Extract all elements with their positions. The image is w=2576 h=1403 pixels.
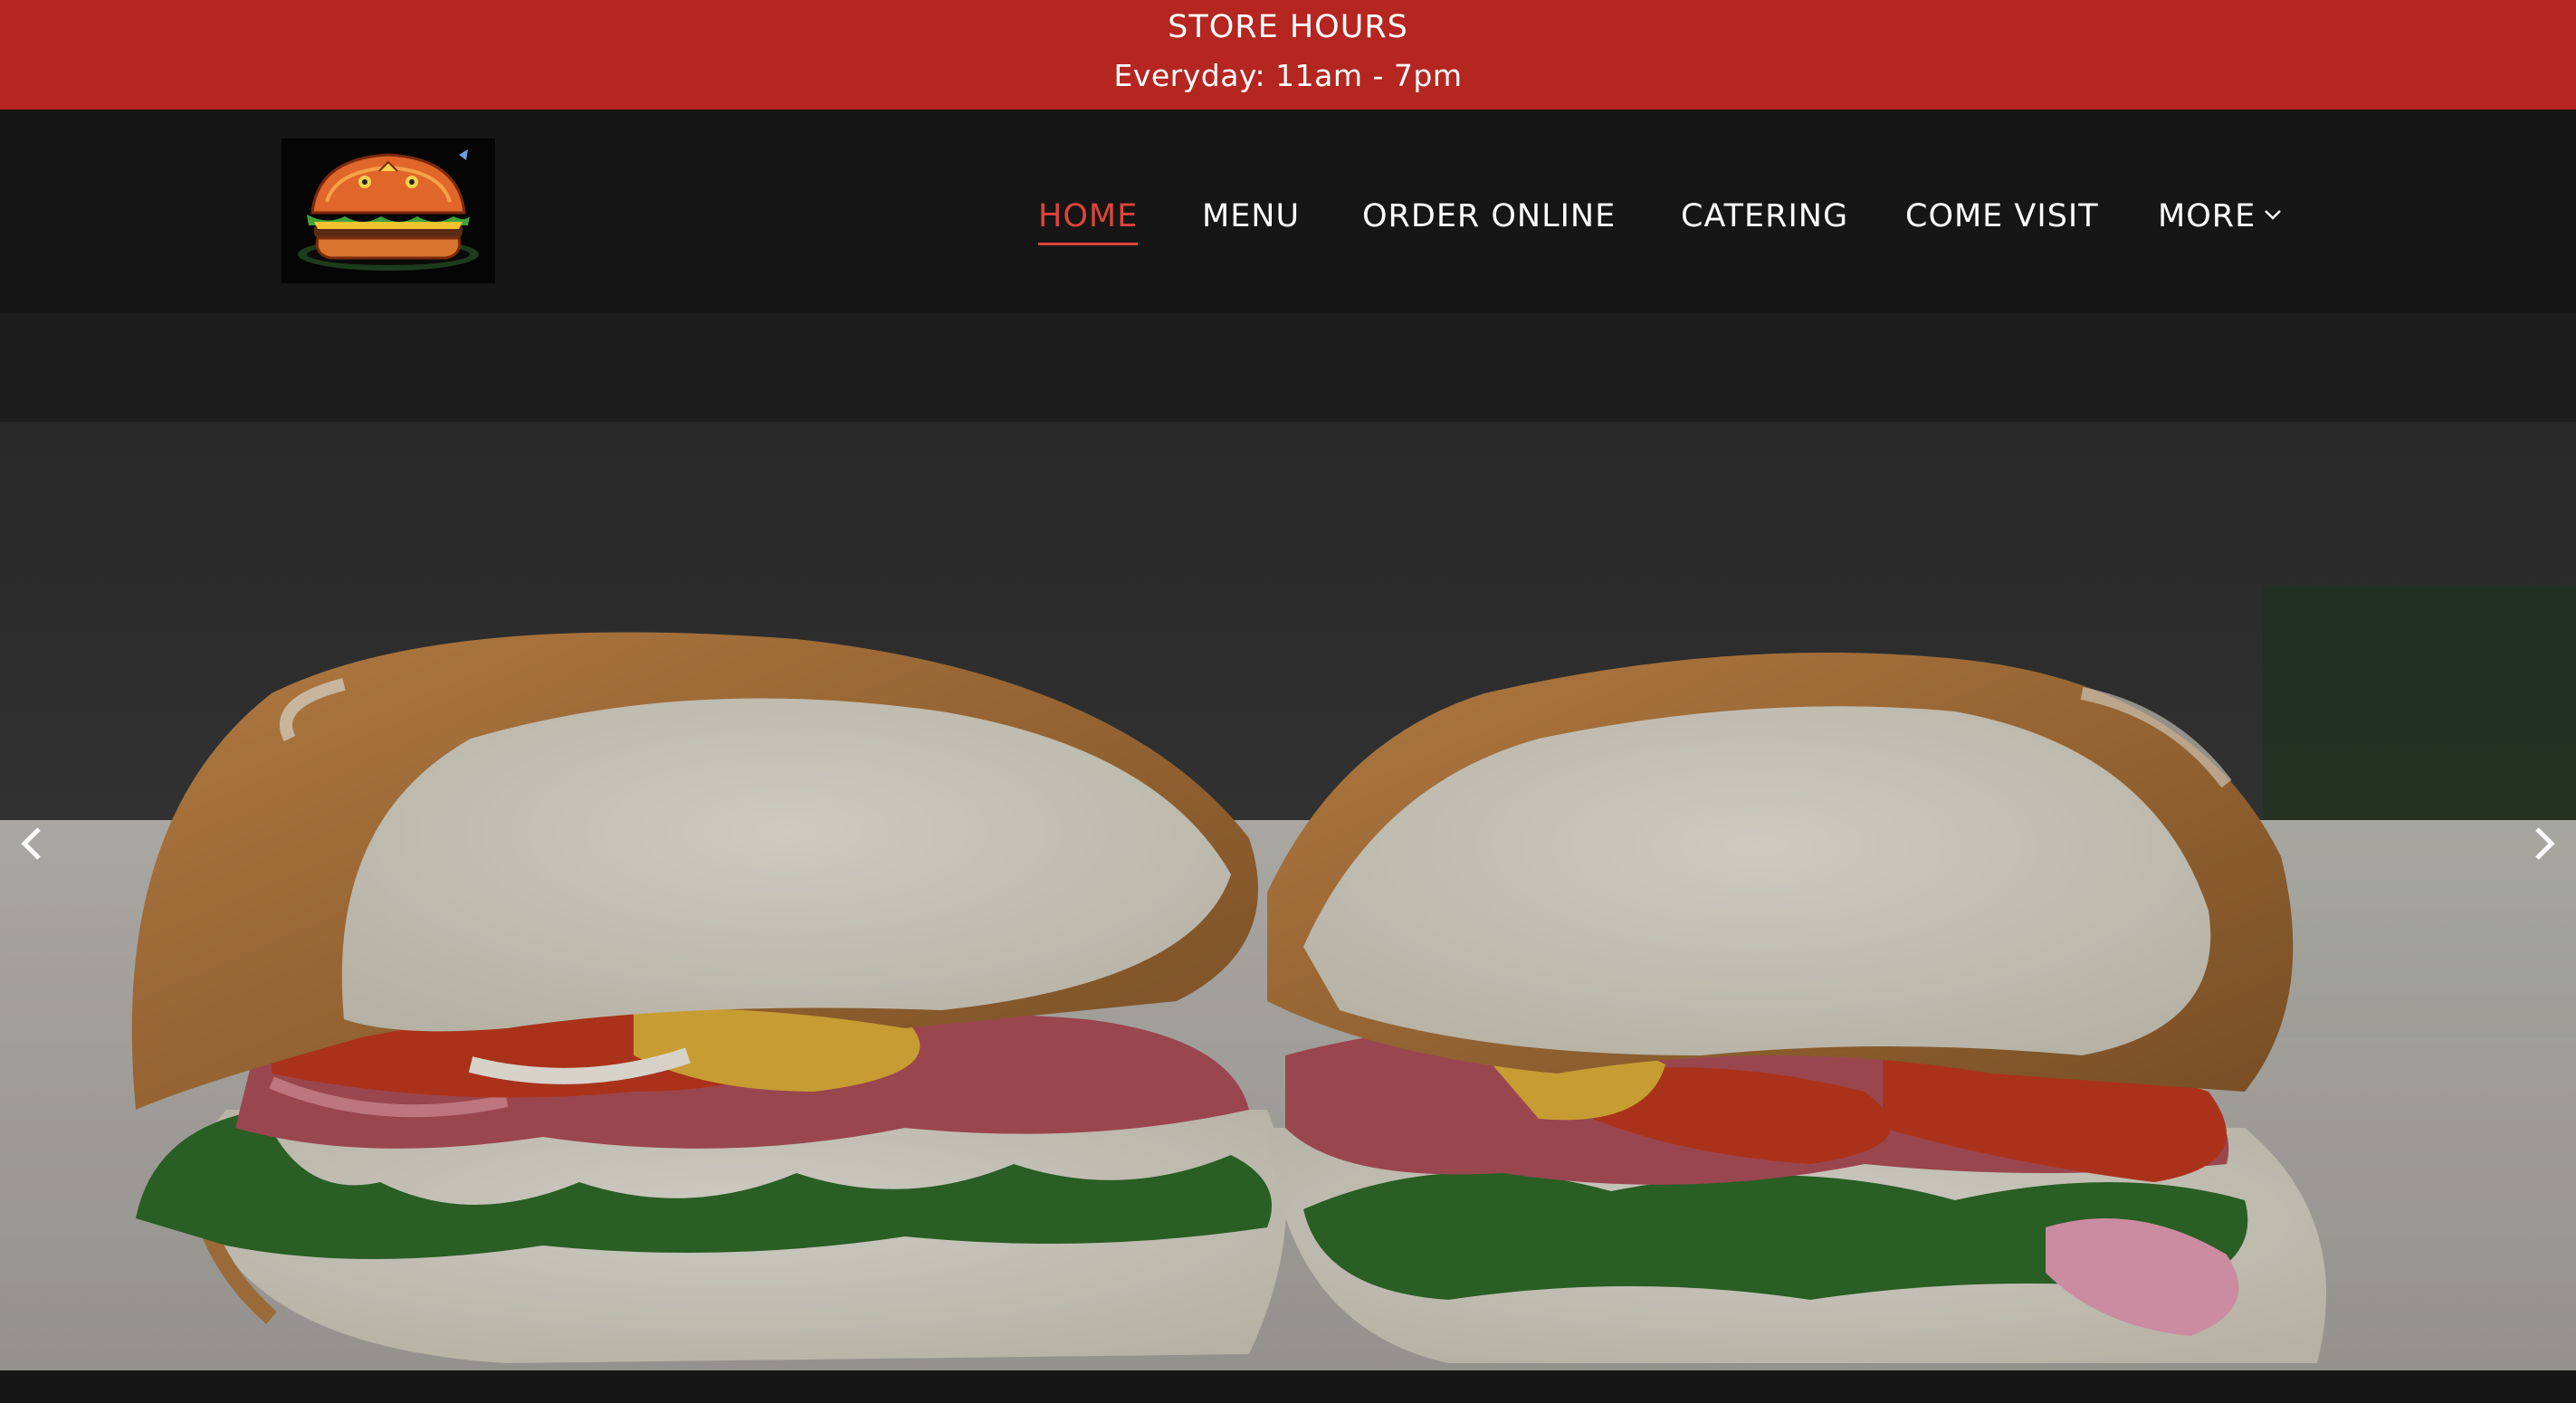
site-header: HOME MENU ORDER ONLINE CATERING COME VIS… bbox=[0, 110, 2576, 313]
nav-more-label: MORE bbox=[2158, 198, 2256, 234]
chevron-left-icon[interactable] bbox=[5, 816, 59, 871]
nav-order-online[interactable]: ORDER ONLINE bbox=[1362, 196, 1616, 236]
italian-sub-sandwich-photo bbox=[0, 313, 2576, 1370]
nav-come-visit[interactable]: COME VISIT bbox=[1905, 196, 2099, 236]
main-nav: HOME MENU ORDER ONLINE CATERING COME VIS… bbox=[0, 196, 2576, 245]
nav-home[interactable]: HOME bbox=[1038, 196, 1139, 245]
store-hours-title: STORE HOURS bbox=[1168, 9, 1408, 45]
nav-menu[interactable]: MENU bbox=[1202, 196, 1300, 236]
chevron-down-icon bbox=[2265, 210, 2282, 220]
nav-more-dropdown[interactable]: MORE bbox=[2158, 196, 2283, 236]
nav-catering[interactable]: CATERING bbox=[1681, 196, 1848, 236]
announcement-bar: STORE HOURS Everyday: 11am - 7pm bbox=[0, 0, 2576, 110]
store-hours-text: Everyday: 11am - 7pm bbox=[1113, 58, 1463, 93]
hero-slideshow bbox=[0, 313, 2576, 1370]
page-bottom-band bbox=[0, 1370, 2576, 1403]
chevron-right-icon[interactable] bbox=[2517, 816, 2571, 871]
